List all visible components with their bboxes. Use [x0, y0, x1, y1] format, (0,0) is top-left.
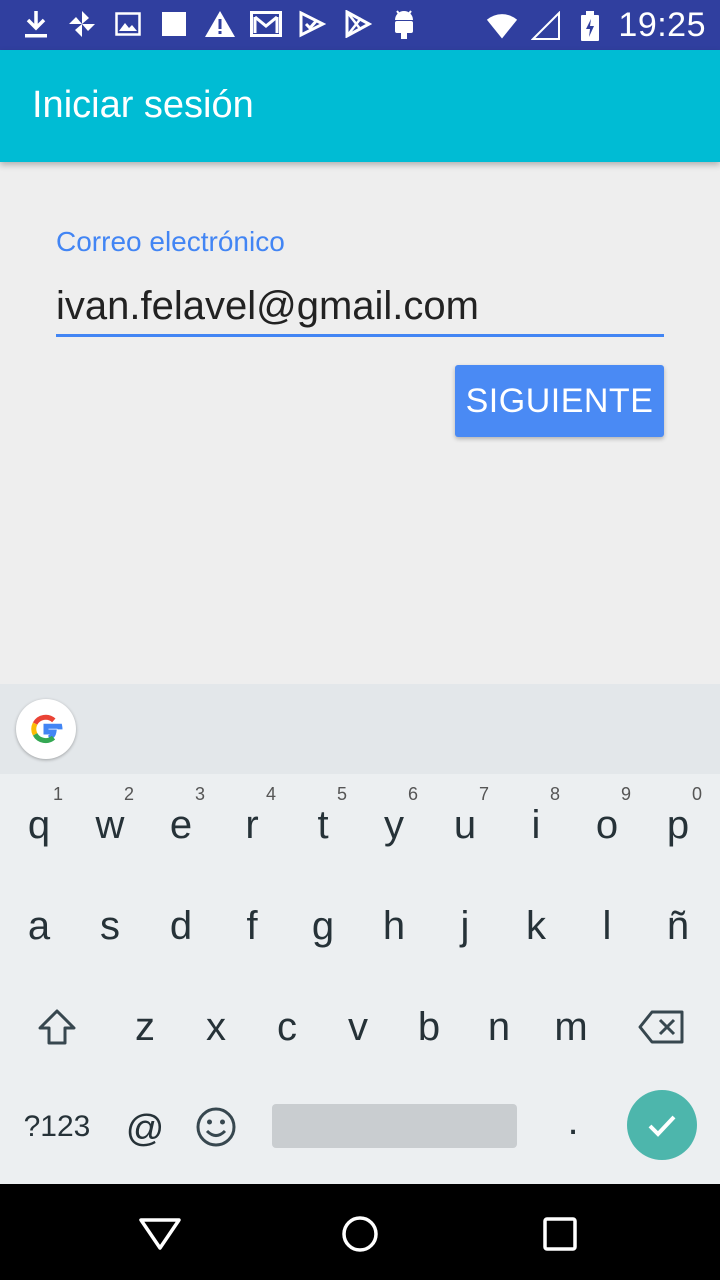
backspace-icon	[638, 1010, 684, 1044]
key-label: u	[453, 802, 477, 847]
email-label: Correo electrónico	[56, 226, 285, 257]
key-label: r	[245, 802, 259, 847]
key-t[interactable]: t5	[287, 780, 359, 870]
key-g[interactable]: g	[287, 881, 359, 971]
spacebar[interactable]	[272, 1104, 517, 1148]
key-hint: 6	[407, 784, 418, 804]
key-hint: 2	[123, 784, 134, 804]
clock: 19:25	[618, 6, 706, 44]
soft-keyboard: q1w2e3r4t5y6u7i8o9p0asdfghjklñzxcvbnm ?1…	[0, 684, 720, 1184]
key-v[interactable]: v	[322, 982, 394, 1072]
recents-button[interactable]	[538, 1212, 582, 1256]
key-i[interactable]: i8	[500, 780, 572, 870]
key-label: i	[531, 802, 541, 847]
key-label: q	[27, 802, 51, 847]
key-c[interactable]: c	[251, 982, 323, 1072]
key-label: y	[384, 802, 404, 847]
key-hint: 9	[620, 784, 631, 804]
shift-key[interactable]	[21, 982, 93, 1072]
key-e[interactable]: e3	[145, 780, 217, 870]
status-bar: 19:25	[0, 0, 720, 50]
key-s[interactable]: s	[74, 881, 146, 971]
pinwheel-icon	[66, 8, 98, 40]
wifi-icon	[486, 10, 518, 42]
key-label: o	[595, 802, 619, 847]
next-button[interactable]: SIGUIENTE	[455, 365, 664, 437]
key-label: w	[95, 802, 125, 847]
key-w[interactable]: w2	[74, 780, 146, 870]
back-button[interactable]	[138, 1212, 182, 1256]
battery-icon	[574, 10, 606, 42]
emoji-icon	[196, 1107, 236, 1147]
key-hint: 1	[52, 784, 63, 804]
enter-key[interactable]	[627, 1090, 697, 1160]
key-label: p	[666, 802, 690, 847]
back-icon	[139, 1218, 181, 1250]
key-h[interactable]: h	[358, 881, 430, 971]
key-j[interactable]: j	[429, 881, 501, 971]
key-q[interactable]: q1	[3, 780, 75, 870]
key-d[interactable]: d	[145, 881, 217, 971]
key-label: t	[317, 802, 329, 847]
key-label: e	[169, 802, 193, 847]
key-k[interactable]: k	[500, 881, 572, 971]
play-store-icon	[342, 8, 374, 40]
key-o[interactable]: o9	[571, 780, 643, 870]
key-l[interactable]: l	[571, 881, 643, 971]
key-x[interactable]: x	[180, 982, 252, 1072]
key-n[interactable]: n	[463, 982, 535, 1072]
key-u[interactable]: u7	[429, 780, 501, 870]
warning-icon	[204, 8, 236, 40]
key-p[interactable]: p0	[642, 780, 714, 870]
key-m[interactable]: m	[535, 982, 607, 1072]
signal-icon	[530, 10, 562, 42]
image-icon	[112, 8, 144, 40]
key-hint: 3	[194, 784, 205, 804]
notification-icons	[20, 8, 420, 40]
period-key[interactable]: .	[537, 1076, 609, 1166]
check-flag-icon	[296, 8, 328, 40]
app-bar: Iniciar sesión	[0, 50, 720, 162]
key-r[interactable]: r4	[216, 780, 288, 870]
key-ñ[interactable]: ñ	[642, 881, 714, 971]
recents-icon	[543, 1217, 577, 1251]
key-hint: 8	[549, 784, 560, 804]
key-hint: 4	[265, 784, 276, 804]
home-button[interactable]	[338, 1212, 382, 1256]
key-hint: 5	[336, 784, 347, 804]
page-title: Iniciar sesión	[32, 84, 254, 126]
system-icons: 19:25	[486, 6, 706, 45]
key-a[interactable]: a	[3, 881, 75, 971]
key-y[interactable]: y6	[358, 780, 430, 870]
key-hint: 0	[691, 784, 702, 804]
emoji-key[interactable]	[180, 1082, 252, 1172]
home-icon	[342, 1216, 378, 1252]
email-field[interactable]	[56, 278, 664, 337]
key-hint: 7	[478, 784, 489, 804]
key-f[interactable]: f	[216, 881, 288, 971]
key-z[interactable]: z	[109, 982, 181, 1072]
navigation-bar	[0, 1184, 720, 1280]
symbols-key[interactable]: ?123	[21, 1082, 93, 1172]
android-icon	[388, 8, 420, 40]
key-b[interactable]: b	[393, 982, 465, 1072]
at-key[interactable]: @	[109, 1084, 181, 1174]
square-icon	[158, 8, 190, 40]
shift-icon	[38, 1009, 76, 1045]
gmail-icon	[250, 8, 282, 40]
backspace-key[interactable]	[625, 982, 697, 1072]
download-icon	[20, 8, 52, 40]
checkmark-icon	[648, 1115, 676, 1137]
google-icon	[31, 714, 63, 744]
google-search-button[interactable]	[16, 699, 76, 759]
keyboard-suggestion-bar	[0, 684, 720, 774]
